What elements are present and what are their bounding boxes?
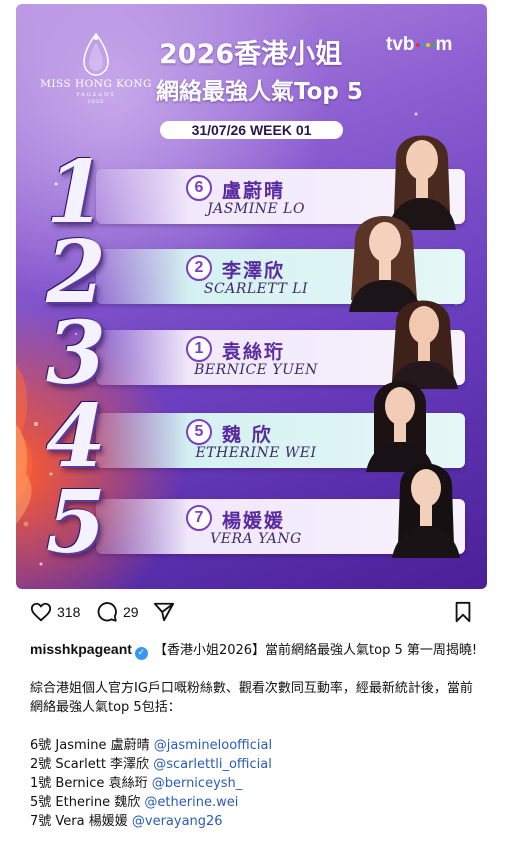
share-action[interactable] bbox=[153, 601, 175, 623]
logo-year: 2026 bbox=[87, 99, 105, 105]
caption-entry-text: 7號 Vera 楊媛媛 bbox=[30, 814, 132, 829]
contestant-name-chinese: 李澤欣 bbox=[222, 260, 286, 282]
caption-entry: 5號 Etherine 魏欣 @etherine.wei bbox=[30, 793, 480, 812]
caption-headline: 【香港小姐2026】當前網絡最強人氣top 5 第一周揭曉! bbox=[153, 643, 478, 658]
caption-entry: 7號 Vera 楊媛媛 @verayang26 bbox=[30, 812, 480, 831]
contestant-number-badge: 6 bbox=[186, 175, 212, 201]
caption-entry: 6號 Jasmine 盧蔚晴 @jasmineloofficial bbox=[30, 736, 480, 755]
like-count: 318 bbox=[57, 604, 81, 620]
contestant-name-english: JASMINE LO bbox=[207, 201, 305, 217]
verified-badge-icon: ✓ bbox=[134, 647, 148, 660]
week-label: 31/07/26 WEEK 01 bbox=[160, 121, 343, 139]
rank-number: 5 bbox=[46, 472, 106, 573]
comment-count: 29 bbox=[123, 604, 139, 620]
contestant-name-chinese: 楊媛媛 bbox=[222, 510, 286, 532]
contestant-name-english: SCARLETT LI bbox=[203, 281, 309, 297]
contestant-name-english: VERA YANG bbox=[210, 531, 302, 547]
caption-body: 綜合港姐個人官方IG戶口嘅粉絲數、觀看次數同互動率，經最新統計後，當前網絡最強人… bbox=[30, 681, 473, 715]
like-action[interactable]: 318 bbox=[30, 601, 80, 623]
mention-link[interactable]: @scarlettli_official bbox=[153, 757, 272, 772]
caption-entry-text: 5號 Etherine 魏欣 bbox=[30, 795, 145, 810]
tvb-dots-icon bbox=[415, 42, 435, 47]
contestant-number-badge: 2 bbox=[186, 255, 212, 281]
graphic-subtitle: 網絡最強人氣Top 5 bbox=[156, 79, 363, 105]
contestant-name-chinese: 魏 欣 bbox=[222, 424, 273, 446]
caption-entry-text: 2號 Scarlett 李澤欣 bbox=[30, 757, 154, 772]
contestant-name-chinese: 袁絲珩 bbox=[222, 341, 286, 363]
caption-entry: 2號 Scarlett 李澤欣 @scarlettli_official bbox=[30, 755, 480, 774]
contestant-name-english: ETHERINE WEI bbox=[195, 445, 317, 461]
tvb-logo-prefix: tvb bbox=[386, 34, 415, 55]
contestant-number-badge: 5 bbox=[186, 419, 212, 445]
contestant-name-chinese: 盧蔚晴 bbox=[222, 180, 286, 202]
contestant-name-english: BERNICE YUEN bbox=[194, 362, 318, 378]
account-handle[interactable]: misshkpageant bbox=[30, 641, 132, 657]
rank-number: 4 bbox=[46, 386, 106, 487]
save-action[interactable] bbox=[453, 601, 473, 623]
comment-icon[interactable] bbox=[96, 601, 118, 623]
mention-link[interactable]: @etherine.wei bbox=[144, 795, 238, 810]
caption-entry-text: 1號 Bernice 袁絲珩 bbox=[30, 776, 152, 791]
logo-subtext: PAGEANT bbox=[76, 92, 116, 98]
pageant-crown-logo bbox=[83, 32, 109, 76]
contestant-number-badge: 1 bbox=[186, 336, 212, 362]
heart-icon[interactable] bbox=[30, 601, 52, 623]
tvb-logo: tvb m bbox=[386, 34, 452, 56]
share-icon[interactable] bbox=[153, 601, 175, 623]
mention-link[interactable]: @berniceysh_ bbox=[152, 776, 243, 791]
caption-entry-text: 6號 Jasmine 盧蔚晴 bbox=[30, 738, 154, 753]
caption-entry: 1號 Bernice 袁絲珩 @berniceysh_ bbox=[30, 774, 480, 793]
post-action-bar: 318 29 bbox=[0, 598, 507, 628]
bookmark-icon[interactable] bbox=[453, 601, 473, 623]
logo-text: MISS HONG KONG bbox=[40, 78, 152, 90]
graphic-title: 2026香港小姐 bbox=[159, 39, 343, 70]
post-caption: misshkpageant ✓ 【香港小姐2026】當前網絡最強人氣top 5 第一… bbox=[30, 640, 480, 831]
mention-link[interactable]: @jasmineloofficial bbox=[154, 738, 272, 753]
post-image[interactable]: MISS HONG KONG PAGEANT 2026 2026香港小姐 網絡最… bbox=[16, 4, 487, 589]
contestant-portrait bbox=[382, 446, 470, 558]
mention-link[interactable]: @verayang26 bbox=[132, 814, 223, 829]
rank-row-5: 5 7 楊媛媛 VERA YANG bbox=[16, 463, 487, 568]
tvb-logo-suffix: m bbox=[435, 34, 453, 55]
contestant-number-badge: 7 bbox=[186, 505, 212, 531]
comment-action[interactable]: 29 bbox=[96, 601, 139, 623]
